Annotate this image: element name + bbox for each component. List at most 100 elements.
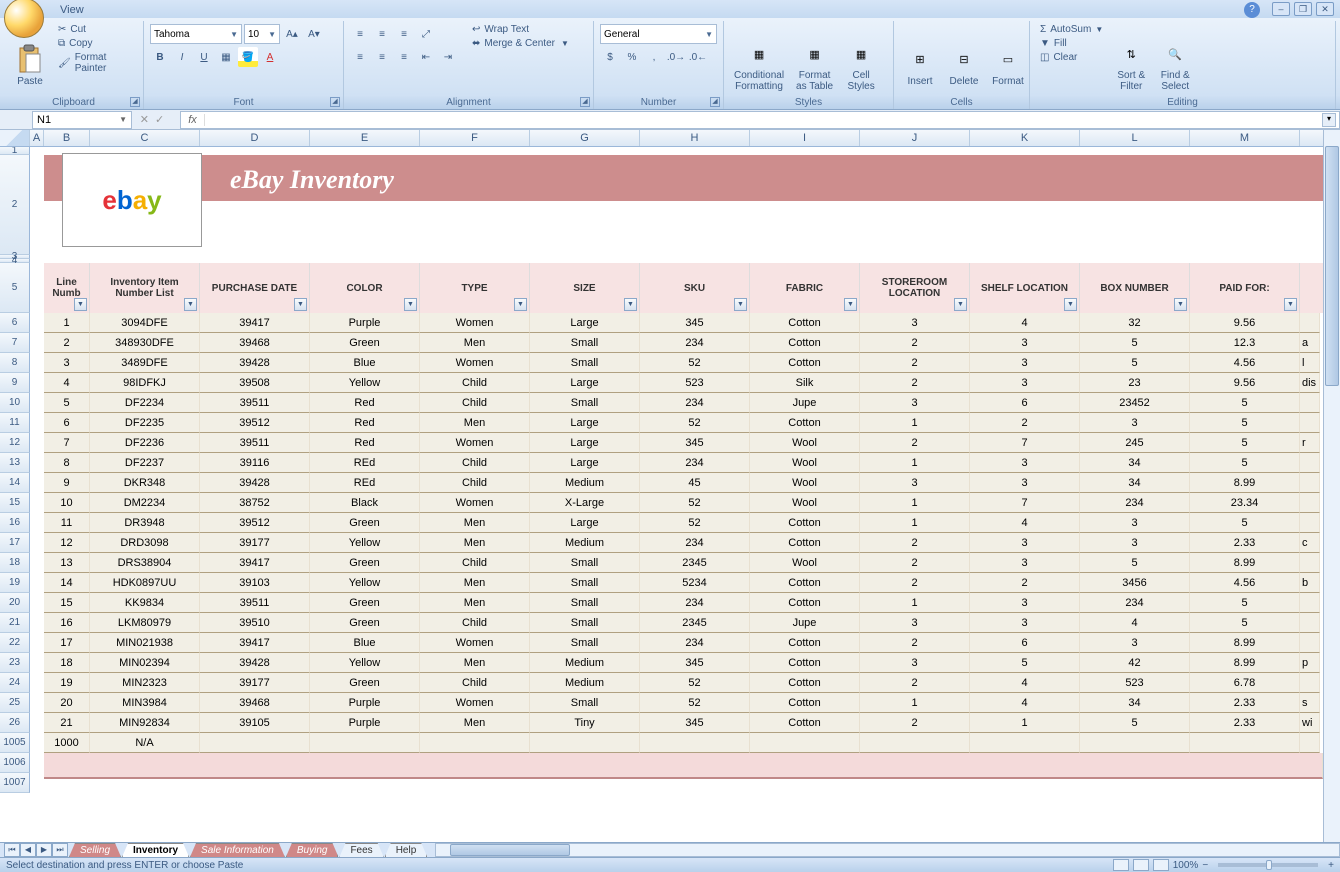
row-header[interactable]: 1005 [0,733,30,753]
cell[interactable]: 3094DFE [90,313,200,333]
cell[interactable]: DM2234 [90,493,200,513]
cell[interactable]: 3 [970,533,1080,553]
column-header[interactable]: H [640,130,750,146]
filter-dropdown-icon[interactable]: ▼ [294,298,307,311]
cell[interactable]: Yellow [310,573,420,593]
cell[interactable]: 18 [44,653,90,673]
cell[interactable] [1300,553,1320,573]
cell[interactable]: Green [310,553,420,573]
column-header-cell[interactable]: STOREROOMLOCATION▼ [860,263,970,313]
cell[interactable] [1080,733,1190,753]
column-header[interactable]: J [860,130,970,146]
column-header[interactable]: E [310,130,420,146]
cell[interactable]: 2 [860,633,970,653]
table-row[interactable]: 12DRD309839177YellowMenMedium234Cotton23… [30,533,1323,553]
cell[interactable]: 7 [970,433,1080,453]
cell[interactable]: Child [420,553,530,573]
cell[interactable]: 39512 [200,513,310,533]
cell[interactable]: 5 [44,393,90,413]
font-color-button[interactable]: A [260,47,280,67]
cell[interactable] [1300,393,1320,413]
column-header[interactable]: C [90,130,200,146]
cell[interactable]: 234 [1080,593,1190,613]
find-select-button[interactable]: 🔍Find & Select [1155,23,1195,107]
cell[interactable]: Small [530,333,640,353]
cell[interactable]: Small [530,553,640,573]
column-header-cell[interactable]: BOX NUMBER▼ [1080,263,1190,313]
table-row[interactable]: 19MIN232339177GreenChildMedium52Cotton24… [30,673,1323,693]
row-header[interactable]: 9 [0,373,30,393]
column-header-cell[interactable]: FABRIC▼ [750,263,860,313]
cell[interactable]: DR3948 [90,513,200,533]
tab-view[interactable]: View [48,2,134,18]
cell[interactable]: Cotton [750,653,860,673]
cell[interactable]: X-Large [530,493,640,513]
filter-dropdown-icon[interactable]: ▼ [624,298,637,311]
cell[interactable]: 39428 [200,473,310,493]
underline-button[interactable]: U [194,47,214,67]
clear-button[interactable]: ◫Clear [1036,51,1107,64]
cell[interactable]: 345 [640,433,750,453]
next-sheet-button[interactable]: ▶ [36,843,52,857]
italic-button[interactable]: I [172,47,192,67]
cell[interactable]: Small [530,633,640,653]
table-row[interactable]: 21MIN9283439105PurpleMenTiny345Cotton215… [30,713,1323,733]
cell[interactable]: 52 [640,693,750,713]
increase-decimal-button[interactable]: .0→ [666,47,686,67]
row-header[interactable]: 2 [0,155,30,255]
column-header[interactable]: G [530,130,640,146]
cell[interactable]: Men [420,713,530,733]
align-bottom-button[interactable]: ≡ [394,24,414,44]
comma-button[interactable]: , [644,47,664,67]
filter-dropdown-icon[interactable]: ▼ [404,298,417,311]
cell[interactable]: Women [420,433,530,453]
cell[interactable]: Green [310,613,420,633]
cell[interactable]: Cotton [750,533,860,553]
cell[interactable]: 2345 [640,613,750,633]
filter-dropdown-icon[interactable]: ▼ [954,298,967,311]
cell[interactable]: MIN92834 [90,713,200,733]
cell[interactable]: 39468 [200,333,310,353]
cell[interactable]: 39103 [200,573,310,593]
number-format-combo[interactable]: General▼ [600,24,717,44]
cancel-icon[interactable]: ✕ [140,113,149,126]
row-header[interactable]: 23 [0,653,30,673]
fill-button[interactable]: ▼Fill [1036,37,1107,50]
cell[interactable] [1300,673,1320,693]
cell[interactable]: Cotton [750,573,860,593]
cell[interactable]: Small [530,393,640,413]
cell[interactable]: 5 [1190,513,1300,533]
decrease-indent-button[interactable]: ⇤ [416,47,436,67]
cell[interactable] [1300,733,1320,753]
cell[interactable]: 2 [860,573,970,593]
cell[interactable]: 34 [1080,693,1190,713]
format-cells-button[interactable]: ▭Format [988,23,1028,107]
cell[interactable]: 3 [970,473,1080,493]
cell[interactable]: 2 [860,373,970,393]
cell[interactable]: 6 [970,633,1080,653]
cell[interactable]: 39116 [200,453,310,473]
cell[interactable] [1300,493,1320,513]
cell[interactable]: 6 [44,413,90,433]
row-header[interactable]: 18 [0,553,30,573]
cell[interactable]: Medium [530,533,640,553]
cell[interactable] [860,733,970,753]
cell[interactable]: MIN2323 [90,673,200,693]
cell[interactable]: 8.99 [1190,633,1300,653]
bold-button[interactable]: B [150,47,170,67]
table-row[interactable]: 14HDK0897UU39103YellowMenSmall5234Cotton… [30,573,1323,593]
row-header[interactable]: 7 [0,333,30,353]
cell[interactable]: 2 [970,573,1080,593]
cell[interactable]: 234 [640,393,750,413]
cell[interactable]: Yellow [310,653,420,673]
cell[interactable]: 2.33 [1190,693,1300,713]
zoom-level[interactable]: 100% [1173,860,1199,871]
currency-button[interactable]: $ [600,47,620,67]
cell[interactable]: DF2236 [90,433,200,453]
table-row[interactable]: 498IDFKJ39508YellowChildLarge523Silk2323… [30,373,1323,393]
cell[interactable]: 1 [44,313,90,333]
cell[interactable]: 1000 [44,733,90,753]
cell[interactable]: 39177 [200,673,310,693]
cell[interactable]: Jupe [750,613,860,633]
column-header-cell[interactable]: LineNumb▼ [44,263,90,313]
